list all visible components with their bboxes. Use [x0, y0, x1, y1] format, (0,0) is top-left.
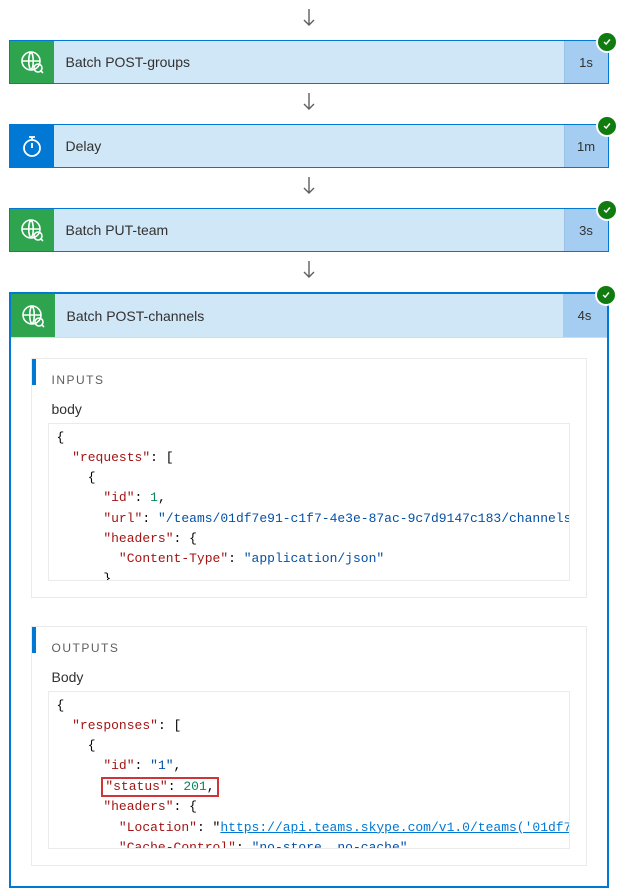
arrow-icon	[297, 168, 321, 208]
success-badge-icon	[598, 33, 616, 51]
inputs-field-label: body	[48, 401, 570, 417]
inputs-code-view[interactable]: { "requests": [ { "id": 1, "url": "/team…	[48, 423, 570, 581]
outputs-field-label: Body	[48, 669, 570, 685]
outputs-title: OUTPUTS	[48, 641, 570, 655]
step-title: Batch POST-channels	[55, 294, 563, 337]
step-card-expanded[interactable]: Batch POST-channels 4s INPUTS body { "re…	[9, 292, 609, 888]
step-title: Delay	[54, 125, 564, 167]
step-card[interactable]: Batch POST-groups1s	[9, 40, 609, 84]
step-body: INPUTS body { "requests": [ { "id": 1, "…	[11, 338, 607, 886]
inputs-title: INPUTS	[48, 373, 570, 387]
outputs-code-view[interactable]: { "responses": [ { "id": "1", "status": …	[48, 691, 570, 849]
workflow-run-view: Batch POST-groups1s Delay1m Batch PUT-team…	[8, 0, 609, 888]
arrow-icon	[297, 0, 321, 40]
arrow-icon	[297, 84, 321, 124]
success-badge-icon	[597, 286, 615, 304]
http-action-icon	[11, 294, 55, 337]
success-badge-icon	[598, 201, 616, 219]
timer-icon	[10, 125, 54, 167]
step-title: Batch POST-groups	[54, 41, 564, 83]
outputs-section: OUTPUTS Body { "responses": [ { "id": "1…	[31, 626, 587, 866]
inputs-section: INPUTS body { "requests": [ { "id": 1, "…	[31, 358, 587, 598]
step-card[interactable]: Delay1m	[9, 124, 609, 168]
http-action-icon	[10, 209, 54, 251]
success-badge-icon	[598, 117, 616, 135]
http-action-icon	[10, 41, 54, 83]
step-card[interactable]: Batch PUT-team3s	[9, 208, 609, 252]
step-title: Batch PUT-team	[54, 209, 564, 251]
step-header[interactable]: Batch POST-channels 4s	[11, 294, 607, 338]
arrow-icon	[297, 252, 321, 292]
